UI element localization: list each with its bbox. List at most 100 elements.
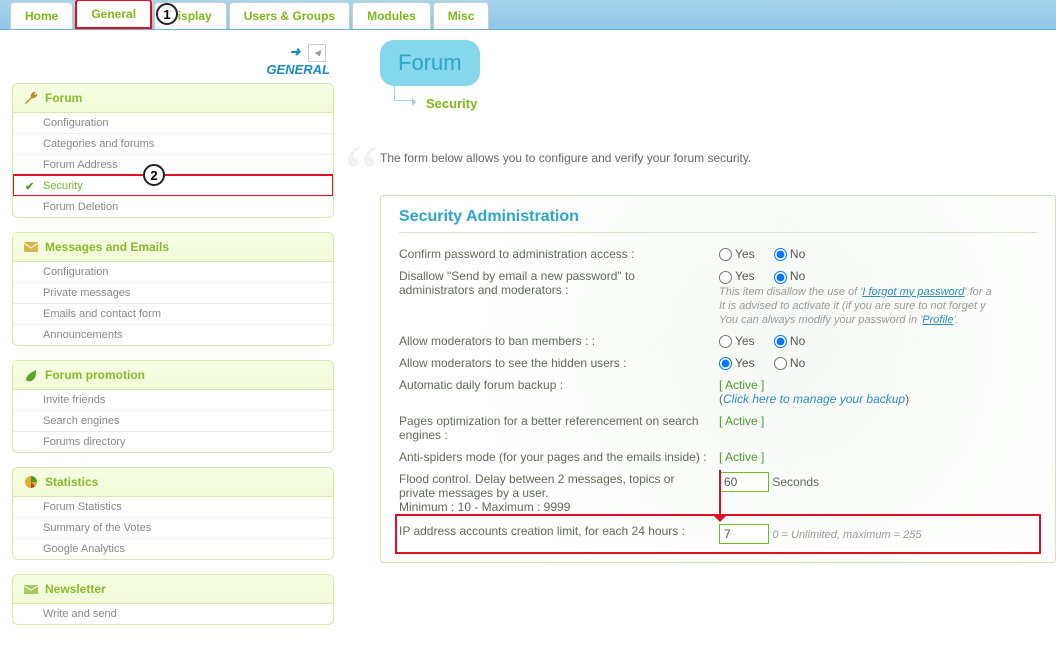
breadcrumb-root: Forum bbox=[380, 40, 480, 86]
row-value: Yes No bbox=[719, 247, 1037, 261]
panel-head-forum: Forum bbox=[13, 84, 333, 113]
panel-statistics: Statistics Forum Statistics Summary of t… bbox=[12, 467, 334, 560]
row-value: [ Active ] (Click here to manage your ba… bbox=[719, 378, 1037, 406]
sidebar-item[interactable]: Summary of the Votes bbox=[13, 517, 333, 538]
panel-head-newsletter: Newsletter bbox=[13, 575, 333, 604]
row-hint: This item disallow the use of 'I forgot … bbox=[719, 286, 992, 326]
row-label: IP address accounts creation limit, for … bbox=[399, 524, 719, 544]
radio-yes[interactable]: Yes bbox=[719, 334, 755, 348]
sidebar-item-security[interactable]: Security bbox=[13, 175, 333, 196]
tab-general[interactable]: General bbox=[75, 0, 152, 29]
row-seo: Pages optimization for a better referenc… bbox=[399, 410, 1037, 446]
profile-link[interactable]: Profile bbox=[922, 314, 953, 326]
collapse-icon[interactable]: ◂ bbox=[308, 44, 326, 62]
ip-limit-input[interactable] bbox=[719, 524, 769, 544]
row-value: Yes No bbox=[719, 334, 1037, 348]
main-content: Forum Security “ The form below allows y… bbox=[340, 30, 1056, 647]
radio-no[interactable]: No bbox=[774, 356, 805, 370]
row-value: [ Active ] bbox=[719, 450, 1037, 464]
flood-delay-input[interactable] bbox=[719, 472, 769, 492]
unit-label: Seconds bbox=[772, 475, 819, 489]
radio-yes[interactable]: Yes bbox=[719, 247, 755, 261]
envelope-icon bbox=[23, 581, 39, 597]
row-hint: 0 = Unlimited, maximum = 255 bbox=[772, 529, 921, 541]
leaf-icon bbox=[23, 367, 39, 383]
sidebar-item[interactable]: Google Analytics bbox=[13, 538, 333, 559]
radio-no[interactable]: No bbox=[774, 334, 805, 348]
row-allow-ban: Allow moderators to ban members : : Yes … bbox=[399, 330, 1037, 352]
panel-title: Statistics bbox=[45, 475, 98, 489]
row-value: Seconds bbox=[719, 472, 1037, 514]
row-label: Allow moderators to ban members : : bbox=[399, 334, 719, 348]
sidebar-item[interactable]: Forum Statistics bbox=[13, 497, 333, 517]
radio-no[interactable]: No bbox=[774, 247, 805, 261]
tab-misc[interactable]: Misc bbox=[433, 2, 490, 29]
radio-yes[interactable]: Yes bbox=[719, 269, 755, 283]
security-section: Security Administration Confirm password… bbox=[380, 195, 1056, 563]
sidebar-item[interactable]: Configuration bbox=[13, 262, 333, 282]
row-label: Anti-spiders mode (for your pages and th… bbox=[399, 450, 719, 464]
forgot-password-link[interactable]: I forgot my password bbox=[862, 286, 964, 298]
sidebar-item[interactable]: Private messages bbox=[13, 282, 333, 303]
sidebar-item[interactable]: Search engines bbox=[13, 410, 333, 431]
sidebar-item-forum-address[interactable]: Forum Address bbox=[13, 154, 333, 175]
status-active: [ Active ] bbox=[719, 450, 764, 464]
callout-arrow-icon bbox=[719, 470, 721, 520]
panel-forum: Forum Configuration Categories and forum… bbox=[12, 83, 334, 218]
status-active: [ Active ] bbox=[719, 414, 764, 428]
sidebar-item[interactable]: Forums directory bbox=[13, 431, 333, 452]
radio-yes[interactable]: Yes bbox=[719, 356, 755, 370]
row-value: Yes No bbox=[719, 356, 1037, 370]
top-tabs: Home General 1 Display Users & Groups Mo… bbox=[0, 0, 1056, 30]
sidebar-title: GENERAL bbox=[266, 62, 330, 77]
row-label: Disallow "Send by email a new password" … bbox=[399, 269, 719, 325]
row-confirm-password: Confirm password to administration acces… bbox=[399, 243, 1037, 265]
callout-badge-1: 1 bbox=[156, 3, 178, 25]
breadcrumb: Forum bbox=[380, 40, 1056, 86]
tab-users-groups[interactable]: Users & Groups bbox=[229, 2, 350, 29]
row-backup: Automatic daily forum backup : [ Active … bbox=[399, 374, 1037, 410]
manage-backup-link[interactable]: Click here to manage your backup bbox=[723, 392, 905, 406]
row-value: [ Active ] bbox=[719, 414, 1037, 442]
sidebar-item[interactable]: Invite friends bbox=[13, 390, 333, 410]
tab-home[interactable]: Home bbox=[10, 2, 73, 29]
row-value: 0 = Unlimited, maximum = 255 bbox=[719, 524, 1037, 544]
quote-icon: “ bbox=[344, 129, 380, 220]
sidebar-item[interactable]: Emails and contact form bbox=[13, 303, 333, 324]
radio-no[interactable]: No bbox=[774, 269, 805, 283]
row-label: Confirm password to administration acces… bbox=[399, 247, 719, 261]
status-active: [ Active ] bbox=[719, 378, 764, 392]
callout-arrowhead-icon bbox=[714, 516, 726, 528]
row-label: Allow moderators to see the hidden users… bbox=[399, 356, 719, 370]
row-disallow-send: Disallow "Send by email a new password" … bbox=[399, 265, 1037, 329]
row-label: Flood control. Delay between 2 messages,… bbox=[399, 472, 719, 514]
row-ip-limit: IP address accounts creation limit, for … bbox=[399, 518, 1037, 550]
panel-title: Newsletter bbox=[45, 582, 106, 596]
row-value: Yes No This item disallow the use of 'I … bbox=[719, 269, 1037, 325]
pie-chart-icon bbox=[23, 474, 39, 490]
sidebar: ◂ GENERAL Forum Configuration Categories… bbox=[0, 30, 340, 647]
panel-title: Forum bbox=[45, 91, 82, 105]
callout-badge-2: 2 bbox=[143, 164, 165, 186]
sidebar-item-categories[interactable]: Categories and forums bbox=[13, 133, 333, 154]
panel-head-statistics: Statistics bbox=[13, 468, 333, 497]
tab-modules[interactable]: Modules bbox=[352, 2, 431, 29]
sidebar-item-configuration[interactable]: Configuration bbox=[13, 113, 333, 133]
section-title: Security Administration bbox=[399, 208, 1037, 233]
panel-newsletter: Newsletter Write and send bbox=[12, 574, 334, 625]
mail-icon bbox=[23, 239, 39, 255]
row-label: Pages optimization for a better referenc… bbox=[399, 414, 719, 442]
row-label: Automatic daily forum backup : bbox=[399, 378, 719, 406]
panel-title: Messages and Emails bbox=[45, 240, 169, 254]
sidebar-item-forum-deletion[interactable]: Forum Deletion bbox=[13, 196, 333, 217]
panel-head-promotion: Forum promotion bbox=[13, 361, 333, 390]
row-antispider: Anti-spiders mode (for your pages and th… bbox=[399, 446, 1037, 468]
wrench-icon bbox=[23, 90, 39, 106]
row-allow-hidden: Allow moderators to see the hidden users… bbox=[399, 352, 1037, 374]
sidebar-header: ◂ GENERAL bbox=[12, 38, 334, 83]
panel-title: Forum promotion bbox=[45, 368, 145, 382]
panel-messages: Messages and Emails Configuration Privat… bbox=[12, 232, 334, 346]
row-flood-control: Flood control. Delay between 2 messages,… bbox=[399, 468, 1037, 518]
sidebar-item[interactable]: Write and send bbox=[13, 604, 333, 624]
sidebar-item[interactable]: Announcements bbox=[13, 324, 333, 345]
